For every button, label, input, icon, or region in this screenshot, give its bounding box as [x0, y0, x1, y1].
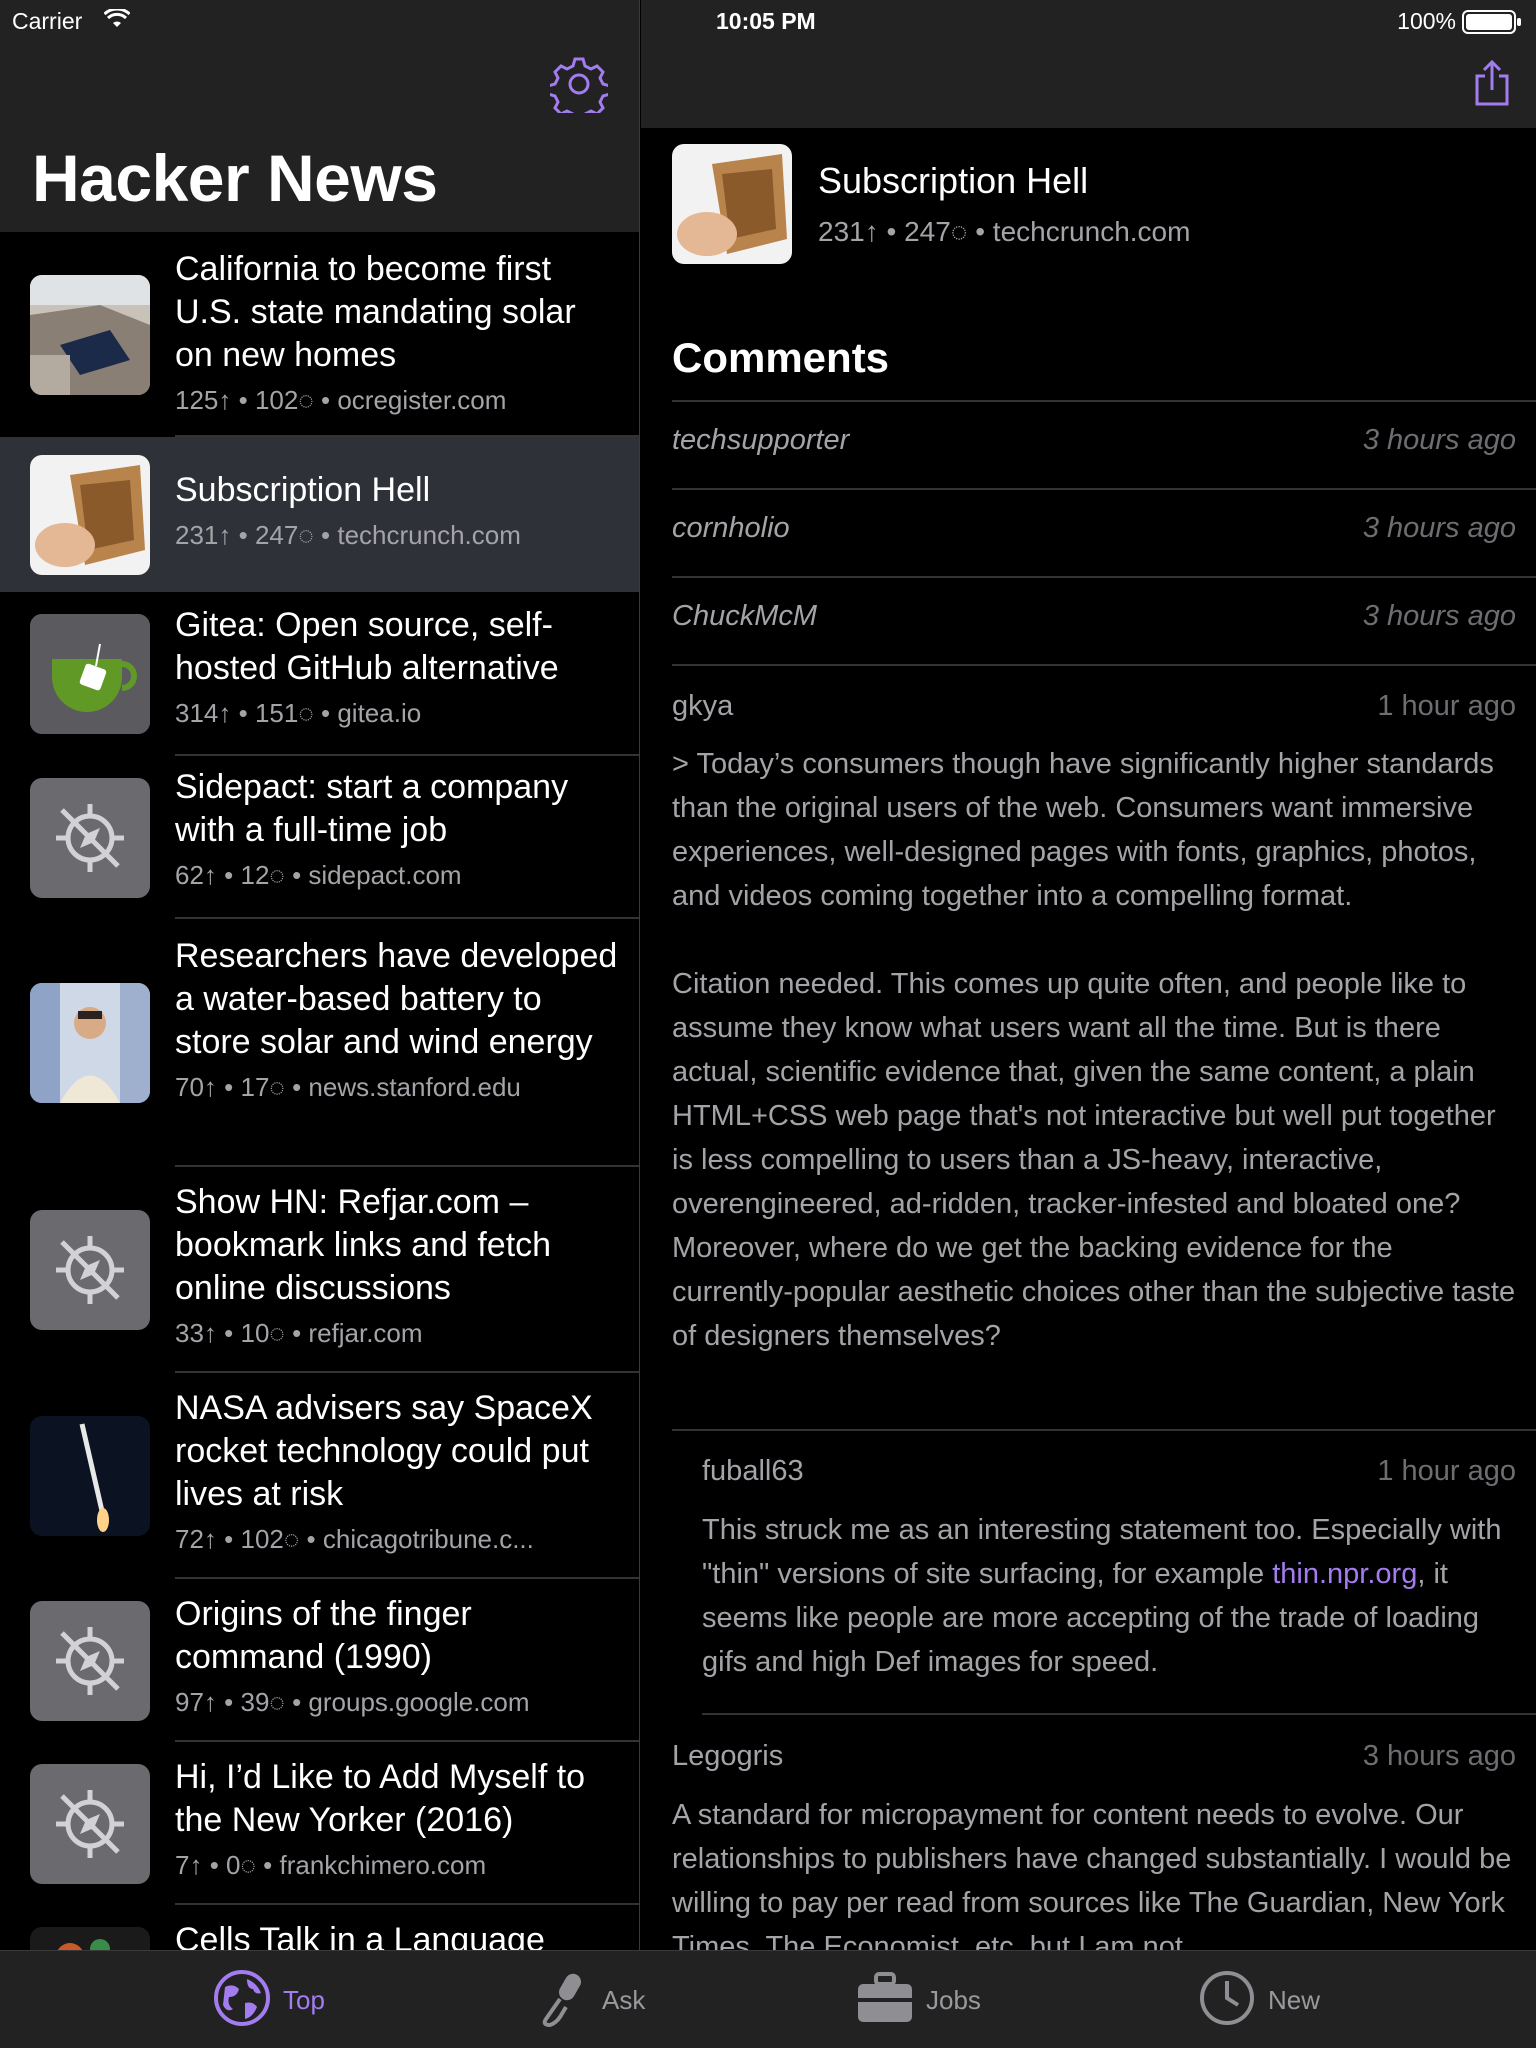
comments-heading: Comments — [672, 334, 890, 381]
story-meta: 97↑ • 39◌ • groups.google.com — [175, 1687, 530, 1717]
story-thumbnail — [30, 1927, 150, 1950]
comment-divider — [702, 1713, 1536, 1715]
comment-divider — [672, 1429, 1536, 1431]
comment-author[interactable]: fuball63 — [702, 1455, 804, 1488]
status-bar: Carrier 10:05 PM 100% — [0, 0, 1536, 42]
microphone-icon — [540, 1969, 590, 2032]
comment-paragraph: > Today’s consumers though have signific… — [672, 748, 1494, 912]
comment-time: 3 hours ago — [1362, 1740, 1516, 1772]
tab-top[interactable]: Top — [213, 1951, 325, 2048]
story-meta: 33↑ • 10◌ • refjar.com — [175, 1318, 423, 1348]
safari-placeholder-icon — [30, 1601, 150, 1721]
comment-author[interactable]: gkya — [672, 690, 733, 723]
comment-divider — [672, 576, 1536, 578]
tab-ask[interactable]: Ask — [540, 1951, 645, 2048]
tab-label: Top — [283, 1984, 325, 2015]
page-title: Hacker News — [32, 141, 438, 215]
clock-time: 10:05 PM — [716, 8, 816, 34]
story-meta: 70↑ • 17◌ • news.stanford.edu — [175, 1072, 521, 1102]
comment-time: 3 hours ago — [1362, 512, 1516, 544]
story-row[interactable]: Gitea: Open source, self-hosted GitHub a… — [0, 592, 640, 756]
story-detail-pane: Subscription Hell 231↑ • 247◌ • techcrun… — [641, 0, 1536, 1950]
battery-icon — [1462, 10, 1522, 40]
story-meta: 314↑ • 151◌ • gitea.io — [175, 698, 422, 728]
story-row[interactable]: Origins of the finger command (1990) 97↑… — [0, 1579, 640, 1742]
comment-time: 1 hour ago — [1377, 1455, 1516, 1487]
story-row[interactable]: Researchers have developed a water-based… — [0, 919, 640, 1167]
story-row[interactable]: California to become first U.S. state ma… — [0, 232, 640, 437]
share-icon[interactable] — [1474, 59, 1510, 111]
comment-divider — [672, 400, 1536, 402]
story-list: California to become first U.S. state ma… — [0, 232, 640, 1950]
carrier-label: Carrier — [12, 8, 83, 34]
story-meta: 125↑ • 102◌ • ocregister.com — [175, 385, 507, 415]
tab-label: Ask — [602, 1984, 646, 2015]
story-title: Sidepact: start a company with a full-ti… — [175, 768, 569, 849]
briefcase-icon — [856, 1971, 914, 2029]
comment-divider — [672, 488, 1536, 490]
story-meta: 231↑ • 247◌ • techcrunch.com — [175, 520, 521, 550]
comment-body: This struck me as an interesting stateme… — [702, 1514, 1502, 1678]
story-row[interactable]: NASA advisers say SpaceX rocket technolo… — [0, 1373, 640, 1579]
story-thumbnail — [30, 275, 150, 395]
story-row-selected[interactable]: Subscription Hell 231↑ • 247◌ • techcrun… — [0, 437, 640, 592]
comment-time: 3 hours ago — [1362, 600, 1516, 632]
story-row[interactable]: Cells Talk in a Language — [0, 1905, 640, 1950]
tab-label: New — [1268, 1984, 1321, 2015]
comment-author[interactable]: ChuckMcM — [672, 600, 817, 633]
story-meta: 231↑ • 247◌ • techcrunch.com — [818, 216, 1191, 247]
comment-link[interactable]: thin.npr.org — [1272, 1558, 1417, 1590]
story-meta: 72↑ • 102◌ • chicagotribune.c... — [175, 1524, 534, 1554]
story-title: Origins of the finger command (1990) — [175, 1595, 472, 1676]
story-title: Cells Talk in a Language — [175, 1921, 545, 1950]
wifi-icon — [103, 7, 131, 35]
comment-time: 3 hours ago — [1362, 424, 1516, 456]
safari-placeholder-icon — [30, 778, 150, 898]
comment-time: 1 hour ago — [1377, 690, 1516, 722]
comment-divider — [672, 664, 1536, 666]
tab-bar: Top Ask Jobs New — [0, 1950, 1536, 2048]
story-thumbnail — [30, 455, 150, 575]
story-list-pane: Hacker News California to become first U… — [0, 0, 640, 1950]
comment-paragraph: A standard for micropayment for content … — [672, 1799, 1512, 1950]
story-title: Researchers have developed a water-based… — [175, 937, 618, 1061]
settings-gear-icon[interactable] — [546, 55, 612, 123]
tab-label: Jobs — [926, 1984, 981, 2015]
story-thumbnail — [30, 614, 150, 734]
story-row[interactable]: Hi, I’d Like to Add Myself to the New Yo… — [0, 1742, 640, 1905]
comment-author[interactable]: cornholio — [672, 512, 790, 545]
story-title: Gitea: Open source, self-hosted GitHub a… — [175, 606, 559, 687]
story-row[interactable]: Sidepact: start a company with a full-ti… — [0, 756, 640, 919]
story-meta: 7↑ • 0◌ • frankchimero.com — [175, 1850, 487, 1880]
clock-icon — [1198, 1969, 1256, 2032]
comment-author[interactable]: techsupporter — [672, 424, 849, 457]
story-row[interactable]: Show HN: Refjar.com – bookmark links and… — [0, 1167, 640, 1373]
safari-placeholder-icon — [30, 1210, 150, 1330]
safari-placeholder-icon — [30, 1764, 150, 1884]
story-title: NASA advisers say SpaceX rocket technolo… — [175, 1389, 593, 1513]
tab-jobs[interactable]: Jobs — [856, 1951, 981, 2048]
tab-new[interactable]: New — [1198, 1951, 1320, 2048]
comment-author[interactable]: Legogris — [672, 1740, 783, 1773]
story-thumbnail — [30, 1416, 150, 1536]
story-meta: 62↑ • 12◌ • sidepact.com — [175, 860, 462, 890]
story-thumbnail — [30, 983, 150, 1103]
story-title[interactable]: Subscription Hell — [818, 160, 1088, 202]
story-title: California to become first U.S. state ma… — [175, 250, 576, 374]
split-view-divider[interactable] — [639, 0, 640, 1950]
story-title: Subscription Hell — [175, 471, 431, 509]
comment-body: > Today’s consumers though have signific… — [672, 742, 1517, 1358]
story-title: Show HN: Refjar.com – bookmark links and… — [175, 1183, 552, 1307]
comment-body: A standard for micropayment for content … — [672, 1793, 1517, 1950]
comment-paragraph: Citation needed. This comes up quite oft… — [672, 968, 1516, 1352]
battery-percentage: 100% — [1397, 8, 1456, 34]
globe-icon — [213, 1969, 271, 2032]
story-title: Hi, I’d Like to Add Myself to the New Yo… — [175, 1758, 586, 1839]
story-thumbnail — [672, 144, 792, 264]
